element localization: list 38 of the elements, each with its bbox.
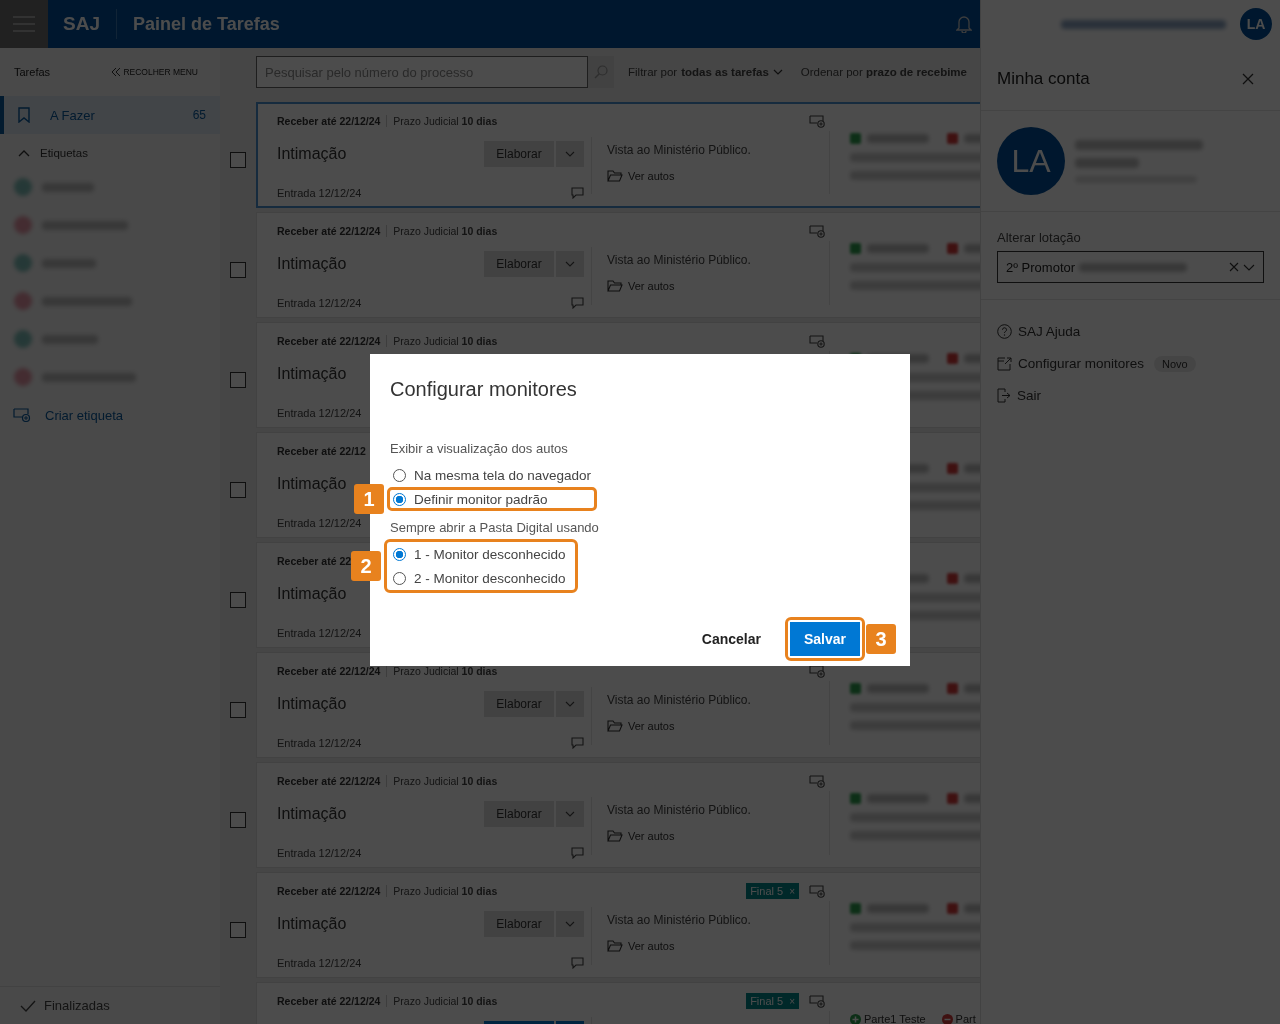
entry-date: Entrada 12/12/24 <box>277 407 362 419</box>
dialog-title: Configurar monitores <box>390 378 577 401</box>
task-title: Intimação <box>277 585 347 603</box>
task-title: Intimação <box>277 255 347 273</box>
task-description: Vista ao Ministério Público. <box>607 802 752 819</box>
task-title: Intimação <box>277 475 347 493</box>
radio-option[interactable]: 2 - Monitor desconhecido <box>393 569 566 587</box>
task-description: Vista ao Ministério Público. <box>607 252 752 269</box>
task-title: Intimação <box>277 915 347 933</box>
entry-date: Entrada 12/12/24 <box>277 297 362 309</box>
sidebar-title: Tarefas <box>14 66 51 78</box>
app-name: SAJ <box>63 13 100 35</box>
entry-date: Entrada 12/12/24 <box>277 847 362 859</box>
task-title: Intimação <box>277 365 347 383</box>
task-description: Vista ao Ministério Público. <box>607 912 752 929</box>
entry-date: Entrada 12/12/24 <box>277 627 362 639</box>
radio-option[interactable]: Na mesma tela do navegador <box>393 466 592 484</box>
callout-badge: 3 <box>866 624 896 654</box>
task-title: Intimação <box>277 805 347 823</box>
callout-badge: 2 <box>351 551 381 581</box>
radio-option[interactable]: Definir monitor padrão <box>393 490 592 508</box>
task-title: Intimação <box>277 695 347 713</box>
radio-option[interactable]: 1 - Monitor desconhecido <box>393 545 566 563</box>
section-label: Sempre abrir a Pasta Digital usando <box>390 520 599 535</box>
section-label: Exibir a visualização dos autos <box>390 441 568 456</box>
entry-date: Entrada 12/12/24 <box>277 737 362 749</box>
task-title: Intimação <box>277 145 347 163</box>
entry-date: Entrada 12/12/24 <box>277 957 362 969</box>
task-description: Vista ao Ministério Público. <box>607 692 752 709</box>
field-label: Alterar lotação <box>997 230 1082 245</box>
page-title: Painel de Tarefas <box>132 13 280 35</box>
cancel-button[interactable]: Cancelar <box>701 623 761 655</box>
panel-title: Minha conta <box>997 69 1090 89</box>
entry-date: Entrada 12/12/24 <box>277 187 362 199</box>
entry-date: Entrada 12/12/24 <box>277 517 362 529</box>
task-description: Vista ao Ministério Público. <box>607 142 752 159</box>
save-button[interactable]: Salvar <box>790 622 860 656</box>
callout-badge: 1 <box>354 484 384 514</box>
